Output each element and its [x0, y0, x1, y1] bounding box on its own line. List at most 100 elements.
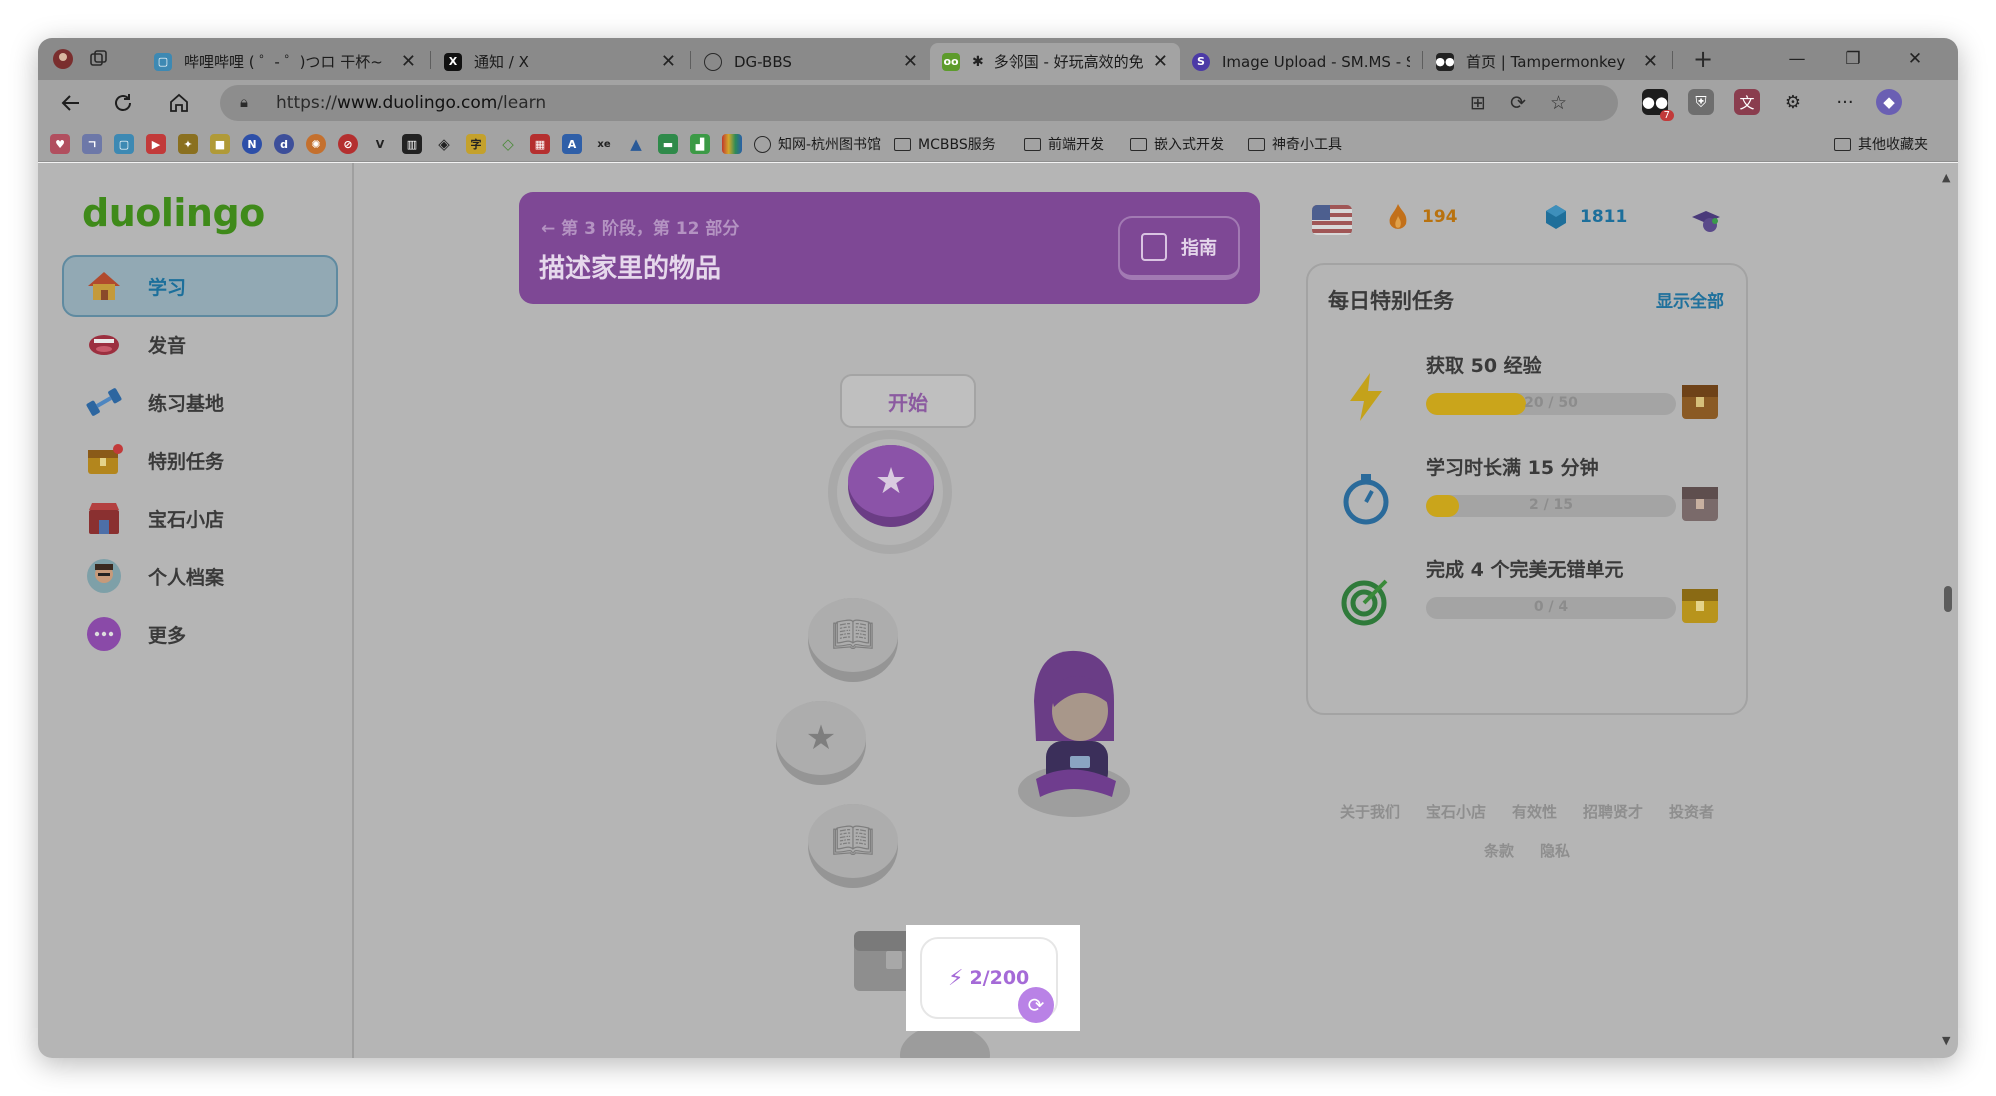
streak-counter[interactable]: 194 — [1386, 199, 1458, 235]
bookmark-icon[interactable]: d — [274, 134, 294, 154]
sidebar-item-more[interactable]: 更多 — [62, 603, 338, 665]
bookmark-folder-tools[interactable]: 神奇小工具 — [1248, 134, 1342, 154]
play-icon[interactable]: ▶ — [146, 134, 166, 154]
footer-link-careers[interactable]: 招聘贤才 — [1583, 801, 1643, 822]
bookmark-icon[interactable]: ㄱ — [82, 134, 102, 154]
quest-name: 获取 50 经验 — [1426, 355, 1542, 377]
bookmark-icon[interactable]: ✺ — [306, 134, 326, 154]
sidebar-item-quests[interactable]: 特别任务 — [62, 429, 338, 491]
extension-shield-icon[interactable]: ⛨ — [1688, 89, 1714, 115]
scroll-up-icon[interactable]: ▲ — [1942, 171, 1950, 184]
bookmark-icon[interactable]: ▦ — [530, 134, 550, 154]
bookmark-icon[interactable]: ✦ — [178, 134, 198, 154]
bookmark-icon[interactable]: ⊘ — [338, 134, 358, 154]
tab-x[interactable]: X 通知 / X ✕ — [432, 43, 688, 80]
scroll-down-icon[interactable]: ▼ — [1942, 1034, 1950, 1047]
translate-icon[interactable]: ⟳ — [1510, 92, 1526, 114]
bookmark-icon[interactable]: A — [562, 134, 582, 154]
lesson-node-story[interactable]: 📖︎ — [808, 804, 898, 888]
bookmark-icon[interactable]: ▲ — [626, 134, 646, 154]
url-text[interactable]: https://www.duolingo.com/learn — [276, 93, 546, 113]
scrollbar-thumb[interactable] — [1944, 586, 1952, 612]
quest-name: 学习时长满 15 分钟 — [1426, 457, 1599, 479]
home-icon — [88, 272, 120, 300]
league-badge-icon[interactable] — [1688, 207, 1724, 237]
sidebar-item-profile[interactable]: 个人档案 — [62, 545, 338, 607]
bookmark-folder-frontend[interactable]: 前端开发 — [1024, 134, 1104, 154]
lesson-node-star[interactable]: ★ — [776, 701, 866, 785]
tab-smms[interactable]: S Image Upload - SM.MS - S — [1180, 43, 1422, 80]
close-tab-icon[interactable]: ✕ — [401, 51, 416, 72]
minimize-button[interactable]: — — [1774, 45, 1820, 73]
footer-link-privacy[interactable]: 隐私 — [1540, 840, 1570, 861]
restore-button[interactable]: ❐ — [1830, 45, 1876, 73]
bookmark-icon[interactable]: 字 — [466, 134, 486, 154]
bookmark-icon[interactable]: ■ — [210, 134, 230, 154]
reload-button[interactable] — [108, 88, 138, 118]
bookmark-icon[interactable]: V — [370, 134, 390, 154]
close-tab-icon[interactable]: ✕ — [1153, 51, 1168, 72]
folder-icon — [1834, 137, 1851, 151]
close-tab-icon[interactable]: ✕ — [1643, 51, 1658, 72]
lock-icon[interactable]: 🔒︎ — [240, 93, 248, 111]
gems-counter[interactable]: 1811 — [1544, 199, 1627, 235]
sidebar-item-learn[interactable]: 学习 — [62, 255, 338, 317]
extension-translate-icon[interactable]: 文 — [1734, 89, 1760, 115]
page-scrollbar[interactable]: ▲ ▼ — [1938, 163, 1958, 1058]
bookmark-icon[interactable]: xe — [594, 134, 614, 154]
tab-duolingo[interactable]: oo ✱ 多邻国 - 好玩高效的免 ✕ — [930, 43, 1180, 80]
show-all-link[interactable]: 显示全部 — [1656, 287, 1724, 312]
back-button[interactable] — [56, 88, 86, 118]
copilot-icon[interactable]: ◆ — [1876, 89, 1902, 115]
start-tooltip: 开始 — [840, 374, 976, 428]
close-tab-icon[interactable]: ✕ — [903, 51, 918, 72]
daily-quests-title: 每日特别任务 — [1328, 289, 1454, 313]
lesson-node-current[interactable]: ★ — [848, 445, 934, 527]
home-button[interactable] — [164, 88, 194, 118]
refresh-icon[interactable]: ⟳ — [1018, 987, 1054, 1023]
unit-subtitle[interactable]: ← 第 3 阶段，第 12 部分 — [541, 214, 739, 239]
app-available-icon[interactable]: ⊞ — [1470, 92, 1486, 114]
profile-icon[interactable] — [50, 46, 76, 72]
bookmark-folder-embedded[interactable]: 嵌入式开发 — [1130, 134, 1224, 154]
tab-bilibili[interactable]: ▢ 哔哩哔哩 ( ゜- ゜)つロ 干杯~ ✕ — [142, 43, 428, 80]
tampermonkey-icon: ●● — [1435, 52, 1455, 71]
extension-tampermonkey-icon[interactable]: ●● 7 — [1642, 89, 1674, 121]
bookmark-icon[interactable] — [722, 134, 742, 154]
browser-window: ▢ 哔哩哔哩 ( ゜- ゜)つロ 干杯~ ✕ X 通知 / X ✕ DG-BBS… — [38, 38, 1958, 1058]
favorite-star-icon[interactable]: ☆ — [1550, 92, 1567, 114]
star-icon: ★ — [848, 445, 934, 517]
new-tab-button[interactable]: + — [1690, 45, 1716, 73]
footer-link-terms[interactable]: 条款 — [1484, 840, 1514, 861]
more-menu-icon[interactable]: ··· — [1832, 89, 1858, 115]
bookmark-icon[interactable]: ▟ — [690, 134, 710, 154]
sidebar-item-practice[interactable]: 练习基地 — [62, 371, 338, 433]
close-tab-icon[interactable]: ✕ — [661, 51, 676, 72]
close-window-button[interactable]: ✕ — [1892, 45, 1938, 73]
footer-link-investors[interactable]: 投资者 — [1669, 801, 1714, 822]
guide-button[interactable]: 指南 — [1118, 216, 1240, 280]
sidebar-item-pronunciation[interactable]: 发音 — [62, 313, 338, 375]
footer-link-shop[interactable]: 宝石小店 — [1426, 801, 1486, 822]
tab-dgbbs[interactable]: DG-BBS ✕ — [692, 43, 930, 80]
workspaces-icon[interactable] — [86, 46, 112, 72]
lesson-node-story[interactable]: 📖︎ — [808, 598, 898, 682]
address-bar[interactable]: 🔒︎ https://www.duolingo.com/learn ⊞ ⟳ ☆ — [220, 85, 1618, 121]
bilibili-icon[interactable]: ▢ — [114, 134, 134, 154]
bookmark-folder-mcbbs[interactable]: MCBBS服务 — [894, 134, 996, 154]
bookmark-icon[interactable]: ▥ — [402, 134, 422, 154]
bookmark-icon[interactable]: ♥ — [50, 134, 70, 154]
extensions-puzzle-icon[interactable]: ⚙ — [1780, 89, 1806, 115]
footer-link-about[interactable]: 关于我们 — [1340, 801, 1400, 822]
footer-link-efficacy[interactable]: 有效性 — [1512, 801, 1557, 822]
bookmark-icon[interactable]: ◇ — [498, 134, 518, 154]
us-flag-icon[interactable] — [1312, 205, 1352, 235]
bookmark-icon[interactable]: ◈ — [434, 134, 454, 154]
bookmark-icon[interactable]: ▬ — [658, 134, 678, 154]
duolingo-logo[interactable]: duolingo — [82, 191, 265, 235]
tab-tampermonkey[interactable]: ●● 首页 | Tampermonkey ✕ — [1424, 43, 1670, 80]
bookmark-icon[interactable]: N — [242, 134, 262, 154]
sidebar-item-shop[interactable]: 宝石小店 — [62, 487, 338, 549]
bookmark-cnki[interactable]: 知网-杭州图书馆 — [754, 134, 881, 154]
bookmark-folder-other[interactable]: 其他收藏夹 — [1834, 134, 1928, 154]
